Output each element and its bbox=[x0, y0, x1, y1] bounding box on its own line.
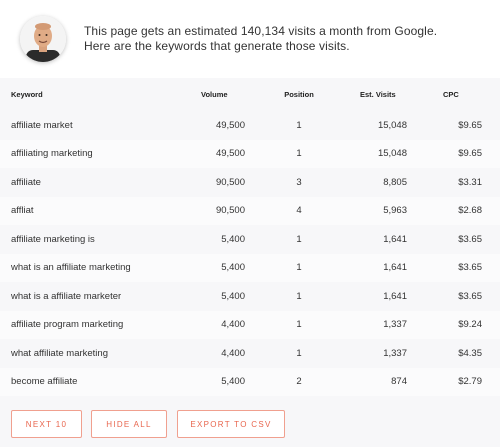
est-visits-cell: 1,641 bbox=[383, 262, 407, 274]
keyword-cell: become affiliate bbox=[11, 376, 78, 388]
table-row: what is an affiliate marketing 5,400 1 1… bbox=[0, 253, 500, 282]
keyword-cell: affliat bbox=[11, 205, 34, 217]
est-visits-cell: 15,048 bbox=[377, 148, 407, 160]
position-cell: 1 bbox=[296, 290, 302, 302]
column-header-volume: Volume bbox=[201, 89, 228, 99]
table-row: affiliate program marketing 4,400 1 1,33… bbox=[0, 310, 500, 339]
cpc-cell: $3.31 bbox=[458, 176, 482, 188]
table-row: affiliate market 49,500 1 15,048 $9.65 bbox=[0, 111, 500, 140]
position-cell: 1 bbox=[296, 262, 302, 274]
volume-cell: 49,500 bbox=[215, 148, 245, 160]
position-cell: 1 bbox=[296, 319, 302, 331]
next-10-button[interactable]: NEXT 10 bbox=[11, 410, 82, 438]
est-visits-cell: 1,641 bbox=[383, 290, 407, 302]
table-row: what is a affiliate marketer 5,400 1 1,6… bbox=[0, 282, 500, 311]
table-row: become affiliate 5,400 2 874 $2.79 bbox=[0, 367, 500, 396]
volume-cell: 90,500 bbox=[215, 205, 245, 217]
volume-cell: 5,400 bbox=[221, 376, 245, 388]
position-cell: 1 bbox=[296, 347, 302, 359]
est-visits-cell: 8,805 bbox=[383, 176, 407, 188]
est-visits-cell: 15,048 bbox=[377, 119, 407, 131]
cpc-cell: $2.79 bbox=[458, 376, 482, 388]
position-cell: 1 bbox=[296, 148, 302, 160]
keyword-cell: affiliate marketing is bbox=[11, 233, 95, 245]
hide-all-button[interactable]: HIDE ALL bbox=[91, 410, 167, 438]
keyword-cell: affiliating marketing bbox=[11, 148, 93, 160]
table-row: what affiliate marketing 4,400 1 1,337 $… bbox=[0, 339, 500, 368]
volume-cell: 49,500 bbox=[215, 119, 245, 131]
cpc-cell: $9.65 bbox=[458, 148, 482, 160]
column-header-cpc: CPC bbox=[443, 89, 459, 99]
volume-cell: 90,500 bbox=[215, 176, 245, 188]
keyword-cell: affiliate market bbox=[11, 119, 73, 131]
table-row: affiliate marketing is 5,400 1 1,641 $3.… bbox=[0, 225, 500, 254]
cpc-cell: $4.35 bbox=[458, 347, 482, 359]
export-to-csv-button[interactable]: EXPORT TO CSV bbox=[177, 410, 285, 438]
est-visits-cell: 1,641 bbox=[383, 233, 407, 245]
traffic-summary: This page gets an estimated 140,134 visi… bbox=[84, 24, 489, 54]
est-visits-cell: 1,337 bbox=[383, 347, 407, 359]
keyword-cell: affiliate bbox=[11, 176, 41, 188]
traffic-summary-line-1: This page gets an estimated 140,134 visi… bbox=[84, 24, 438, 38]
author-avatar-icon bbox=[20, 16, 66, 62]
volume-cell: 5,400 bbox=[221, 290, 245, 302]
column-header-keyword: Keyword bbox=[11, 89, 43, 99]
keyword-cell: what is an affiliate marketing bbox=[11, 262, 131, 274]
column-header-est-visits: Est. Visits bbox=[360, 89, 396, 99]
cpc-cell: $3.65 bbox=[458, 290, 482, 302]
keyword-cell: what is a affiliate marketer bbox=[11, 290, 122, 302]
position-cell: 3 bbox=[296, 176, 302, 188]
table-row: affiliating marketing 49,500 1 15,048 $9… bbox=[0, 139, 500, 168]
position-cell: 1 bbox=[296, 233, 302, 245]
keyword-cell: affiliate program marketing bbox=[11, 319, 124, 331]
volume-cell: 5,400 bbox=[221, 233, 245, 245]
cpc-cell: $2.68 bbox=[458, 205, 482, 217]
cpc-cell: $3.65 bbox=[458, 233, 482, 245]
position-cell: 4 bbox=[296, 205, 302, 217]
est-visits-cell: 1,337 bbox=[383, 319, 407, 331]
table-row: affiliate 90,500 3 8,805 $3.31 bbox=[0, 168, 500, 197]
volume-cell: 4,400 bbox=[221, 319, 245, 331]
table-row: affliat 90,500 4 5,963 $2.68 bbox=[0, 196, 500, 225]
keywords-table: Keyword Volume Position Est. Visits CPC … bbox=[0, 78, 500, 447]
column-header-position: Position bbox=[284, 89, 314, 99]
volume-cell: 4,400 bbox=[221, 347, 245, 359]
est-visits-cell: 874 bbox=[391, 376, 407, 388]
cpc-cell: $9.65 bbox=[458, 119, 482, 131]
est-visits-cell: 5,963 bbox=[383, 205, 407, 217]
table-header-row: Keyword Volume Position Est. Visits CPC bbox=[0, 78, 500, 110]
position-cell: 1 bbox=[296, 119, 302, 131]
cpc-cell: $9.24 bbox=[458, 319, 482, 331]
cpc-cell: $3.65 bbox=[458, 262, 482, 274]
page-header: This page gets an estimated 140,134 visi… bbox=[0, 0, 500, 78]
traffic-summary-line-2: Here are the keywords that generate thos… bbox=[84, 39, 350, 53]
keyword-cell: what affiliate marketing bbox=[11, 347, 108, 359]
volume-cell: 5,400 bbox=[221, 262, 245, 274]
table-actions: NEXT 10 HIDE ALL EXPORT TO CSV bbox=[0, 402, 500, 447]
position-cell: 2 bbox=[296, 376, 302, 388]
